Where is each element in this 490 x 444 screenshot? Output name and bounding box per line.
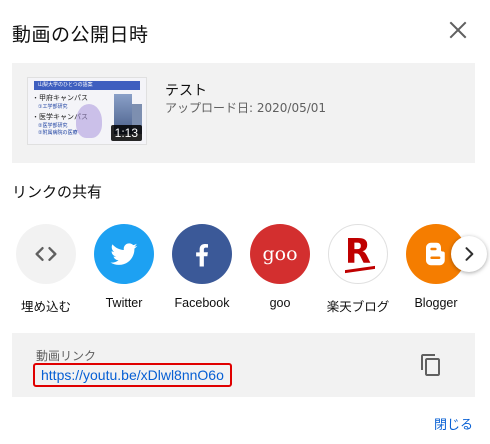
share-heading: リンクの共有 [12, 183, 103, 201]
copy-icon [421, 354, 440, 376]
dialog-header: 動画の公開日時 [12, 18, 478, 48]
video-thumbnail: 山梨大学のひとつの語案 ・甲府キャンパス ①工学部研究 ・医学キャンパス ②医学… [27, 77, 147, 145]
share-targets: 埋め込む Twitter Facebook goo goo R 楽天ブログ Bl… [0, 224, 490, 314]
thumbnail-line-1: ・甲府キャンパス [32, 94, 88, 102]
thumbnail-character [76, 104, 102, 138]
video-link-url[interactable]: https://youtu.be/xDlwl8nnO6o [33, 363, 232, 387]
share-blogger-label: Blogger [414, 296, 458, 310]
share-embed-label: 埋め込む [20, 300, 71, 314]
thumbnail-line-1-sub: ①工学部研究 [38, 104, 68, 110]
share-embed-button[interactable]: 埋め込む [7, 224, 85, 315]
dialog-title: 動画の公開日時 [12, 24, 149, 46]
close-button[interactable] [446, 18, 470, 42]
share-goo-label: goo [269, 296, 291, 310]
share-twitter-button[interactable]: Twitter [85, 224, 163, 310]
chevron-right-icon [465, 247, 474, 261]
share-facebook-button[interactable]: Facebook [163, 224, 241, 310]
rakuten-icon: R [328, 224, 388, 284]
video-duration: 1:13 [110, 125, 142, 141]
share-dialog: 動画の公開日時 山梨大学のひとつの語案 ・甲府キャンパス ①工学部研究 ・医学キ… [0, 0, 490, 444]
video-title: テスト [165, 83, 207, 99]
embed-icon [16, 224, 76, 284]
share-facebook-label: Facebook [174, 296, 230, 310]
share-next-button[interactable] [451, 236, 487, 272]
thumbnail-line-2-sub-1: ②医学部研究 [38, 123, 68, 129]
share-rakuten-button[interactable]: R 楽天ブログ [319, 224, 397, 315]
thumbnail-line-2-sub-2: ②附属病院の医療 [38, 130, 78, 136]
twitter-icon [94, 224, 154, 284]
copy-link-button[interactable] [419, 353, 443, 377]
share-goo-button[interactable]: goo goo [241, 224, 319, 310]
share-twitter-label: Twitter [105, 296, 143, 310]
thumbnail-banner-text: 山梨大学のひとつの語案 [38, 82, 93, 88]
upload-date: アップロード日: 2020/05/01 [165, 101, 327, 115]
goo-glyph: goo [262, 243, 298, 265]
video-link-label: 動画リンク [36, 349, 97, 363]
close-text-button[interactable]: 閉じる [434, 414, 473, 433]
video-card: 山梨大学のひとつの語案 ・甲府キャンパス ①工学部研究 ・医学キャンパス ②医学… [12, 63, 475, 163]
video-link-box: 動画リンク https://youtu.be/xDlwl8nnO6o [12, 333, 475, 397]
goo-icon: goo [250, 224, 310, 284]
close-icon [449, 21, 467, 39]
facebook-icon [172, 224, 232, 284]
share-rakuten-label: 楽天ブログ [326, 300, 390, 314]
